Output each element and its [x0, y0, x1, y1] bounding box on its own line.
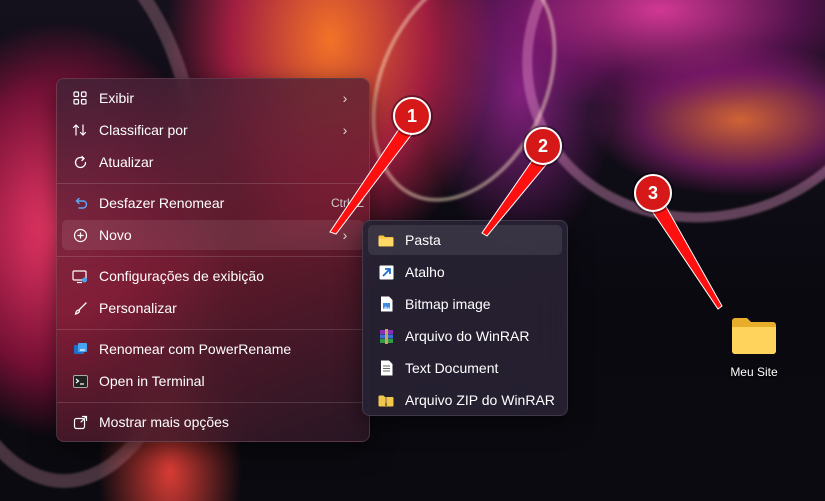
terminal-icon [72, 373, 88, 389]
callout-badge-1: 1 [393, 97, 431, 135]
callout-badge-2: 2 [524, 127, 562, 165]
display-settings-icon [72, 268, 88, 284]
menu-item-configuracoes-exibicao[interactable]: Configurações de exibição [62, 261, 364, 291]
menu-item-label: Configurações de exibição [99, 268, 264, 284]
menu-item-label: Mostrar mais opções [99, 414, 229, 430]
submenu-item-bitmap[interactable]: Bitmap image [368, 289, 562, 319]
winrar-zip-icon [378, 392, 394, 408]
submenu-item-label: Arquivo do WinRAR [405, 328, 530, 344]
winrar-icon [378, 328, 394, 344]
chevron-right-icon: › [342, 90, 348, 106]
submenu-item-label: Bitmap image [405, 296, 491, 312]
menu-item-powerrename[interactable]: Renomear com PowerRename [62, 334, 364, 364]
folder-icon [378, 232, 394, 248]
brush-icon [72, 300, 88, 316]
submenu-item-winrar-zip[interactable]: Arquivo ZIP do WinRAR [368, 385, 562, 415]
menu-item-label: Desfazer Renomear [99, 195, 225, 211]
plus-circle-icon [72, 227, 88, 243]
desktop-context-menu: Exibir › Classificar por › Atualizar Des… [56, 78, 370, 442]
menu-item-label: Personalizar [99, 300, 177, 316]
desktop-folder-label: Meu Site [730, 365, 778, 379]
menu-item-open-terminal[interactable]: Open in Terminal [62, 366, 364, 396]
menu-item-novo[interactable]: Novo › [62, 220, 364, 250]
chevron-right-icon: › [342, 227, 348, 243]
submenu-item-label: Text Document [405, 360, 499, 376]
share-more-icon [72, 414, 88, 430]
submenu-item-label: Pasta [405, 232, 441, 248]
menu-item-classificar[interactable]: Classificar por › [62, 115, 364, 145]
menu-item-label: Open in Terminal [99, 373, 205, 389]
sort-arrows-icon [72, 122, 88, 138]
menu-item-label: Atualizar [99, 154, 154, 170]
menu-item-atualizar[interactable]: Atualizar [62, 147, 364, 177]
shortcut-arrow-icon [378, 264, 394, 280]
chevron-right-icon: › [342, 122, 348, 138]
text-document-icon [378, 360, 394, 376]
menu-item-label: Renomear com PowerRename [99, 341, 292, 357]
new-submenu: Pasta Atalho Bitmap image Arquivo do Win… [362, 220, 568, 416]
menu-item-label: Classificar por [99, 122, 188, 138]
desktop-folder-meu-site[interactable]: Meu Site [722, 316, 786, 379]
menu-item-label: Exibir [99, 90, 135, 106]
submenu-item-label: Arquivo ZIP do WinRAR [405, 392, 555, 408]
menu-item-mostrar-mais-opcoes[interactable]: Mostrar mais opções [62, 407, 364, 437]
menu-separator [57, 256, 369, 257]
submenu-item-winrar[interactable]: Arquivo do WinRAR [368, 321, 562, 351]
powerrename-icon [72, 341, 88, 357]
submenu-item-atalho[interactable]: Atalho [368, 257, 562, 287]
undo-icon [72, 195, 88, 211]
submenu-item-text-document[interactable]: Text Document [368, 353, 562, 383]
refresh-icon [72, 154, 88, 170]
grid-icon [72, 90, 88, 106]
menu-item-personalizar[interactable]: Personalizar [62, 293, 364, 323]
submenu-item-pasta[interactable]: Pasta [368, 225, 562, 255]
bitmap-icon [378, 296, 394, 312]
menu-item-label: Novo [99, 227, 132, 243]
folder-icon [731, 316, 777, 357]
menu-separator [57, 183, 369, 184]
menu-item-desfazer-renomear[interactable]: Desfazer Renomear Ctrl+Z [62, 188, 364, 218]
menu-separator [57, 329, 369, 330]
menu-item-exibir[interactable]: Exibir › [62, 83, 364, 113]
submenu-item-label: Atalho [405, 264, 445, 280]
menu-separator [57, 402, 369, 403]
shortcut-text: Ctrl+Z [331, 196, 364, 210]
callout-badge-3: 3 [634, 174, 672, 212]
